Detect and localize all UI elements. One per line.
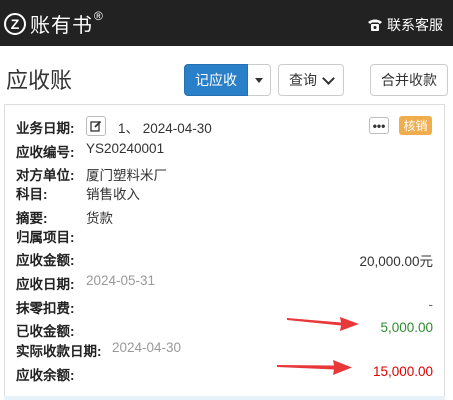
received-value: 5,000.00 — [380, 320, 433, 335]
contact-label: 联系客服 — [387, 17, 443, 33]
date-value: 1、 2024-04-30 — [118, 121, 212, 136]
caret-down-icon — [255, 77, 263, 83]
amount-value: 20,000.00元 — [359, 254, 433, 269]
summary-value: 货款 — [86, 211, 113, 226]
code-label: 应收编号: — [16, 145, 75, 160]
phone-icon — [368, 19, 382, 31]
top-bar: Z 账有书® 联系客服 — [0, 0, 453, 46]
summary-label: 摘要: — [16, 211, 48, 226]
due-date-value: 2024-05-31 — [86, 273, 156, 288]
amount-label: 应收金额: — [16, 253, 75, 268]
record-dropdown-toggle[interactable] — [248, 64, 271, 96]
code-value: YS20240001 — [86, 141, 165, 156]
balance-label: 应收余额: — [16, 368, 75, 383]
merge-receipt-button[interactable]: 合并收款 — [370, 64, 448, 96]
chevron-down-icon — [322, 71, 335, 85]
discount-value: - — [428, 297, 434, 312]
record-receivable-button[interactable]: 记应收 — [184, 64, 248, 96]
page-title: 应收账 — [6, 68, 73, 93]
party-value: 厦门塑料米厂 — [86, 168, 167, 183]
edit-icon[interactable] — [86, 116, 106, 136]
party-label: 对方单位: — [16, 168, 75, 183]
app-logo[interactable]: Z 账有书® — [4, 9, 104, 38]
actual-date-label: 实际收款日期: — [16, 344, 102, 359]
contact-support-link[interactable]: 联系客服 — [367, 15, 443, 35]
next-card-edge — [4, 396, 445, 400]
subject-label: 科目: — [16, 187, 48, 202]
date-label: 业务日期: — [16, 121, 75, 136]
logo-icon: Z — [4, 12, 26, 35]
actual-date-value: 2024-04-30 — [112, 340, 182, 355]
app-name: 账有书® — [30, 9, 104, 37]
project-label: 归属项目: — [16, 230, 75, 245]
balance-value: 15,000.00 — [372, 364, 433, 379]
subject-value: 销售收入 — [86, 187, 140, 202]
write-off-badge[interactable]: 核销 — [399, 116, 432, 135]
received-label: 已收金额: — [16, 324, 75, 339]
discount-label: 抹零扣费: — [16, 301, 75, 316]
arrow-icon — [287, 317, 359, 331]
due-date-label: 应收日期: — [16, 277, 75, 292]
query-button[interactable]: 查询 — [278, 64, 344, 96]
arrow-icon — [277, 360, 352, 375]
more-icon[interactable]: ••• — [369, 117, 389, 134]
